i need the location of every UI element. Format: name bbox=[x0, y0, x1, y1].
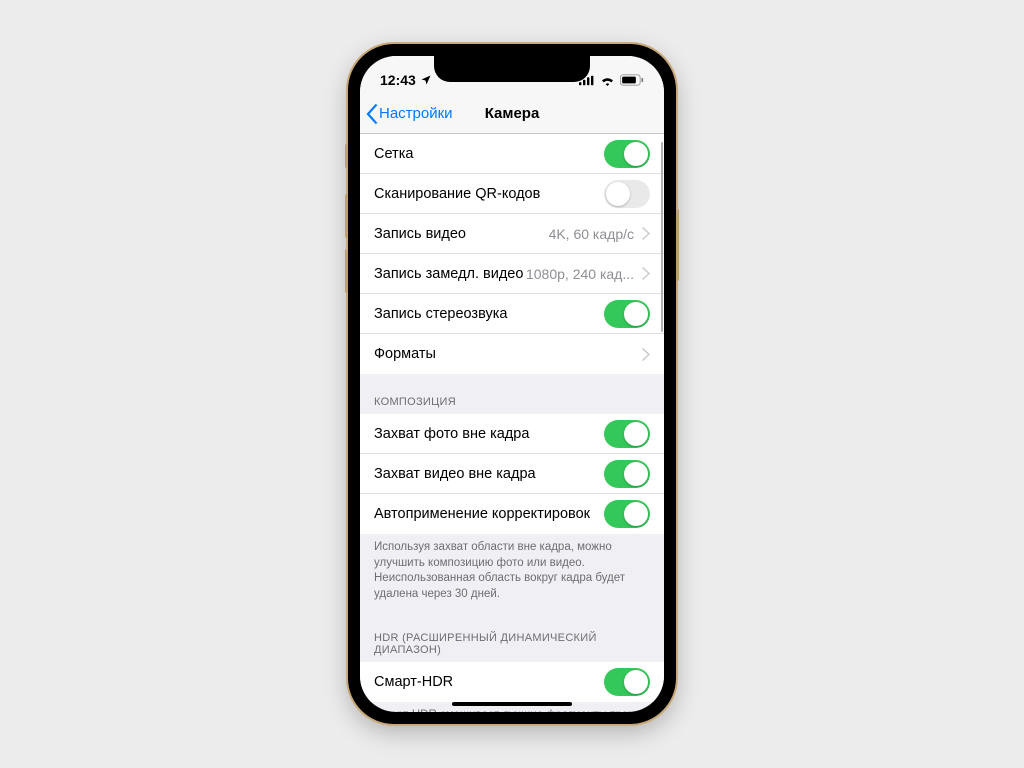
section-header-hdr: HDR (РАСШИРЕННЫЙ ДИНАМИЧЕСКИЙ ДИАПАЗОН) bbox=[360, 610, 664, 662]
chevron-right-icon bbox=[642, 267, 650, 280]
section-header-composition: КОМПОЗИЦИЯ bbox=[360, 374, 664, 414]
row-label: Сканирование QR-кодов bbox=[374, 186, 604, 202]
row-label: Смарт-HDR bbox=[374, 674, 604, 690]
row-stereo[interactable]: Запись стереозвука bbox=[360, 294, 664, 334]
chevron-right-icon bbox=[642, 348, 650, 361]
section-footer-composition: Используя захват области вне кадра, можн… bbox=[360, 534, 664, 610]
toggle-smart-hdr[interactable] bbox=[604, 668, 650, 696]
screen: 12:43 bbox=[360, 56, 664, 712]
row-value: 1080p, 240 кад... bbox=[526, 266, 634, 282]
row-label: Захват фото вне кадра bbox=[374, 426, 604, 442]
toggle-stereo[interactable] bbox=[604, 300, 650, 328]
row-record-video[interactable]: Запись видео 4K, 60 кадр/с bbox=[360, 214, 664, 254]
row-label: Автоприменение корректировок bbox=[374, 506, 604, 522]
phone-frame: 12:43 bbox=[348, 44, 676, 724]
row-label: Запись видео bbox=[374, 226, 549, 242]
row-photo-outside-frame[interactable]: Захват фото вне кадра bbox=[360, 414, 664, 454]
row-smart-hdr[interactable]: Смарт-HDR bbox=[360, 662, 664, 702]
toggle-photo-outside-frame[interactable] bbox=[604, 420, 650, 448]
mute-switch[interactable] bbox=[345, 144, 348, 168]
row-formats[interactable]: Форматы bbox=[360, 334, 664, 374]
volume-up[interactable] bbox=[345, 194, 348, 238]
status-time: 12:43 bbox=[380, 72, 416, 88]
nav-bar: Настройки Камера bbox=[360, 94, 664, 134]
volume-down[interactable] bbox=[345, 249, 348, 293]
chevron-left-icon bbox=[366, 104, 379, 124]
row-qr-scan[interactable]: Сканирование QR-кодов bbox=[360, 174, 664, 214]
row-slowmo[interactable]: Запись замедл. видео 1080p, 240 кад... bbox=[360, 254, 664, 294]
toggle-grid[interactable] bbox=[604, 140, 650, 168]
nav-title: Камера bbox=[485, 105, 540, 122]
scrollbar[interactable] bbox=[661, 142, 663, 332]
back-label: Настройки bbox=[379, 105, 453, 122]
settings-group-main: Сетка Сканирование QR-кодов Запись видео… bbox=[360, 134, 664, 374]
wifi-icon bbox=[600, 75, 615, 86]
toggle-video-outside-frame[interactable] bbox=[604, 460, 650, 488]
row-auto-apply[interactable]: Автоприменение корректировок bbox=[360, 494, 664, 534]
row-grid[interactable]: Сетка bbox=[360, 134, 664, 174]
row-video-outside-frame[interactable]: Захват видео вне кадра bbox=[360, 454, 664, 494]
power-button[interactable] bbox=[676, 209, 679, 281]
home-indicator[interactable] bbox=[452, 702, 572, 706]
settings-content[interactable]: Сетка Сканирование QR-кодов Запись видео… bbox=[360, 134, 664, 712]
notch bbox=[434, 56, 590, 82]
chevron-right-icon bbox=[642, 227, 650, 240]
row-label: Сетка bbox=[374, 146, 604, 162]
battery-icon bbox=[620, 74, 644, 86]
toggle-qr-scan[interactable] bbox=[604, 180, 650, 208]
row-value: 4K, 60 кадр/с bbox=[549, 226, 634, 242]
toggle-auto-apply[interactable] bbox=[604, 500, 650, 528]
row-label: Форматы bbox=[374, 346, 638, 362]
settings-group-hdr: Смарт-HDR bbox=[360, 662, 664, 702]
back-button[interactable]: Настройки bbox=[360, 104, 453, 124]
settings-group-composition: Захват фото вне кадра Захват видео вне к… bbox=[360, 414, 664, 534]
row-label: Запись замедл. видео bbox=[374, 266, 526, 282]
row-label: Захват видео вне кадра bbox=[374, 466, 604, 482]
location-arrow-icon bbox=[420, 74, 432, 86]
row-label: Запись стереозвука bbox=[374, 306, 604, 322]
